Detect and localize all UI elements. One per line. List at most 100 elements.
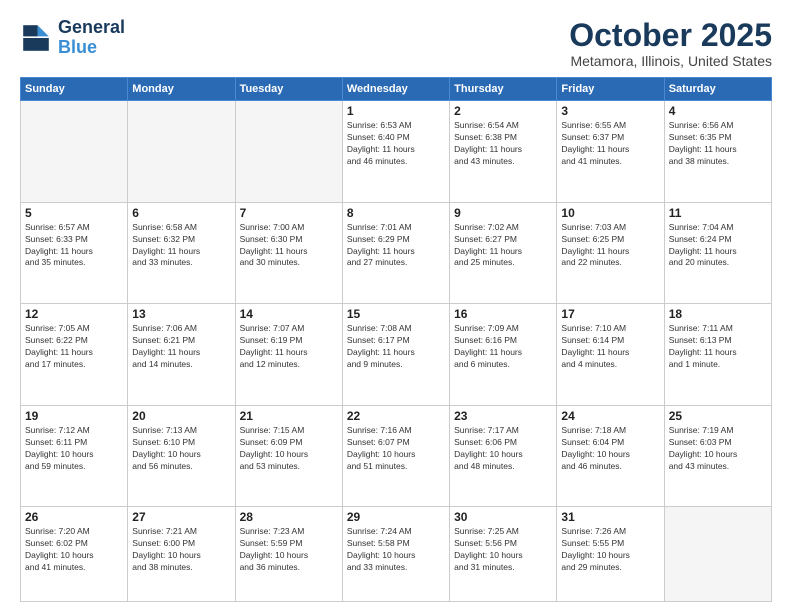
day-number: 23 xyxy=(454,409,552,423)
col-header-saturday: Saturday xyxy=(664,78,771,101)
logo-line2: Blue xyxy=(58,37,97,57)
day-number: 17 xyxy=(561,307,659,321)
day-number: 21 xyxy=(240,409,338,423)
day-info: Sunrise: 7:04 AM Sunset: 6:24 PM Dayligh… xyxy=(669,222,767,270)
logo-line1: General xyxy=(58,18,125,38)
calendar-cell: 14 Sunrise: 7:07 AM Sunset: 6:19 PM Dayli… xyxy=(235,304,342,406)
calendar-cell: 7 Sunrise: 7:00 AM Sunset: 6:30 PM Daylig… xyxy=(235,202,342,304)
day-info: Sunrise: 7:19 AM Sunset: 6:03 PM Dayligh… xyxy=(669,425,767,473)
week-row-2: 5 Sunrise: 6:57 AM Sunset: 6:33 PM Daylig… xyxy=(21,202,772,304)
logo-icon xyxy=(20,22,52,54)
day-info: Sunrise: 6:57 AM Sunset: 6:33 PM Dayligh… xyxy=(25,222,123,270)
day-info: Sunrise: 7:16 AM Sunset: 6:07 PM Dayligh… xyxy=(347,425,445,473)
day-info: Sunrise: 7:08 AM Sunset: 6:17 PM Dayligh… xyxy=(347,323,445,371)
calendar-cell xyxy=(235,101,342,203)
col-header-friday: Friday xyxy=(557,78,664,101)
day-number: 16 xyxy=(454,307,552,321)
day-info: Sunrise: 7:15 AM Sunset: 6:09 PM Dayligh… xyxy=(240,425,338,473)
day-number: 27 xyxy=(132,510,230,524)
month-title: October 2025 xyxy=(569,18,772,53)
calendar-cell: 9Sunrise: 7:02 AM Sunset: 6:27 PM Daylig… xyxy=(450,202,557,304)
day-number: 28 xyxy=(240,510,338,524)
day-info: Sunrise: 7:18 AM Sunset: 6:04 PM Dayligh… xyxy=(561,425,659,473)
calendar-cell: 2Sunrise: 6:54 AM Sunset: 6:38 PM Daylig… xyxy=(450,101,557,203)
day-number: 14 xyxy=(240,307,338,321)
calendar-cell: 27Sunrise: 7:21 AM Sunset: 6:00 PM Dayli… xyxy=(128,507,235,602)
calendar-cell: 17 Sunrise: 7:10 AM Sunset: 6:14 PM Dayli… xyxy=(557,304,664,406)
day-info: Sunrise: 7:20 AM Sunset: 6:02 PM Dayligh… xyxy=(25,526,123,574)
col-header-monday: Monday xyxy=(128,78,235,101)
day-number: 7 xyxy=(240,206,338,220)
week-row-3: 12Sunrise: 7:05 AM Sunset: 6:22 PM Dayli… xyxy=(21,304,772,406)
day-info: Sunrise: 7:05 AM Sunset: 6:22 PM Dayligh… xyxy=(25,323,123,371)
calendar-cell: 31Sunrise: 7:26 AM Sunset: 5:55 PM Dayli… xyxy=(557,507,664,602)
calendar-cell: 16 Sunrise: 7:09 AM Sunset: 6:16 PM Dayli… xyxy=(450,304,557,406)
day-number: 31 xyxy=(561,510,659,524)
day-info: Sunrise: 6:55 AM Sunset: 6:37 PM Dayligh… xyxy=(561,120,659,168)
col-header-sunday: Sunday xyxy=(21,78,128,101)
day-number: 8 xyxy=(347,206,445,220)
calendar-cell: 12Sunrise: 7:05 AM Sunset: 6:22 PM Dayli… xyxy=(21,304,128,406)
day-info: Sunrise: 7:09 AM Sunset: 6:16 PM Dayligh… xyxy=(454,323,552,371)
day-info: Sunrise: 7:03 AM Sunset: 6:25 PM Dayligh… xyxy=(561,222,659,270)
day-info: Sunrise: 6:53 AM Sunset: 6:40 PM Dayligh… xyxy=(347,120,445,168)
calendar-cell: 23 Sunrise: 7:17 AM Sunset: 6:06 PM Dayli… xyxy=(450,405,557,507)
day-number: 19 xyxy=(25,409,123,423)
calendar-cell xyxy=(128,101,235,203)
day-info: Sunrise: 6:58 AM Sunset: 6:32 PM Dayligh… xyxy=(132,222,230,270)
day-number: 26 xyxy=(25,510,123,524)
page: General Blue October 2025 Metamora, Illi… xyxy=(0,0,792,612)
week-row-1: 1 Sunrise: 6:53 AM Sunset: 6:40 PM Daylig… xyxy=(21,101,772,203)
day-number: 15 xyxy=(347,307,445,321)
day-info: Sunrise: 7:24 AM Sunset: 5:58 PM Dayligh… xyxy=(347,526,445,574)
day-info: Sunrise: 7:06 AM Sunset: 6:21 PM Dayligh… xyxy=(132,323,230,371)
calendar-cell: 25Sunrise: 7:19 AM Sunset: 6:03 PM Dayli… xyxy=(664,405,771,507)
calendar-cell: 29 Sunrise: 7:24 AM Sunset: 5:58 PM Dayli… xyxy=(342,507,449,602)
calendar-cell: 30Sunrise: 7:25 AM Sunset: 5:56 PM Dayli… xyxy=(450,507,557,602)
day-number: 5 xyxy=(25,206,123,220)
calendar-cell: 10 Sunrise: 7:03 AM Sunset: 6:25 PM Dayli… xyxy=(557,202,664,304)
day-number: 10 xyxy=(561,206,659,220)
day-info: Sunrise: 7:10 AM Sunset: 6:14 PM Dayligh… xyxy=(561,323,659,371)
calendar-cell: 6 Sunrise: 6:58 AM Sunset: 6:32 PM Daylig… xyxy=(128,202,235,304)
calendar-cell: 4Sunrise: 6:56 AM Sunset: 6:35 PM Daylig… xyxy=(664,101,771,203)
col-header-thursday: Thursday xyxy=(450,78,557,101)
calendar-cell: 21 Sunrise: 7:15 AM Sunset: 6:09 PM Dayli… xyxy=(235,405,342,507)
title-area: October 2025 Metamora, Illinois, United … xyxy=(569,18,772,69)
week-row-5: 26 Sunrise: 7:20 AM Sunset: 6:02 PM Dayli… xyxy=(21,507,772,602)
day-info: Sunrise: 7:23 AM Sunset: 5:59 PM Dayligh… xyxy=(240,526,338,574)
calendar-cell: 15 Sunrise: 7:08 AM Sunset: 6:17 PM Dayli… xyxy=(342,304,449,406)
calendar-cell: 24Sunrise: 7:18 AM Sunset: 6:04 PM Dayli… xyxy=(557,405,664,507)
day-number: 1 xyxy=(347,104,445,118)
day-info: Sunrise: 7:13 AM Sunset: 6:10 PM Dayligh… xyxy=(132,425,230,473)
calendar-cell: 11 Sunrise: 7:04 AM Sunset: 6:24 PM Dayli… xyxy=(664,202,771,304)
day-info: Sunrise: 7:17 AM Sunset: 6:06 PM Dayligh… xyxy=(454,425,552,473)
calendar-cell: 28 Sunrise: 7:23 AM Sunset: 5:59 PM Dayli… xyxy=(235,507,342,602)
day-number: 4 xyxy=(669,104,767,118)
day-info: Sunrise: 7:01 AM Sunset: 6:29 PM Dayligh… xyxy=(347,222,445,270)
day-info: Sunrise: 7:07 AM Sunset: 6:19 PM Dayligh… xyxy=(240,323,338,371)
calendar-cell: 18 Sunrise: 7:11 AM Sunset: 6:13 PM Dayli… xyxy=(664,304,771,406)
day-info: Sunrise: 7:00 AM Sunset: 6:30 PM Dayligh… xyxy=(240,222,338,270)
day-info: Sunrise: 7:02 AM Sunset: 6:27 PM Dayligh… xyxy=(454,222,552,270)
day-info: Sunrise: 7:11 AM Sunset: 6:13 PM Dayligh… xyxy=(669,323,767,371)
calendar-body: 1 Sunrise: 6:53 AM Sunset: 6:40 PM Daylig… xyxy=(21,101,772,602)
day-number: 6 xyxy=(132,206,230,220)
calendar-table: SundayMondayTuesdayWednesdayThursdayFrid… xyxy=(20,77,772,602)
calendar-cell: 19 Sunrise: 7:12 AM Sunset: 6:11 PM Dayli… xyxy=(21,405,128,507)
day-number: 13 xyxy=(132,307,230,321)
calendar-cell xyxy=(664,507,771,602)
logo: General Blue xyxy=(20,18,125,58)
day-info: Sunrise: 7:12 AM Sunset: 6:11 PM Dayligh… xyxy=(25,425,123,473)
day-number: 18 xyxy=(669,307,767,321)
logo-text: General Blue xyxy=(58,18,125,58)
calendar-cell: 26 Sunrise: 7:20 AM Sunset: 6:02 PM Dayli… xyxy=(21,507,128,602)
col-header-wednesday: Wednesday xyxy=(342,78,449,101)
col-header-tuesday: Tuesday xyxy=(235,78,342,101)
day-number: 29 xyxy=(347,510,445,524)
day-number: 20 xyxy=(132,409,230,423)
day-number: 11 xyxy=(669,206,767,220)
calendar-cell: 13 Sunrise: 7:06 AM Sunset: 6:21 PM Dayli… xyxy=(128,304,235,406)
day-info: Sunrise: 6:54 AM Sunset: 6:38 PM Dayligh… xyxy=(454,120,552,168)
day-number: 3 xyxy=(561,104,659,118)
